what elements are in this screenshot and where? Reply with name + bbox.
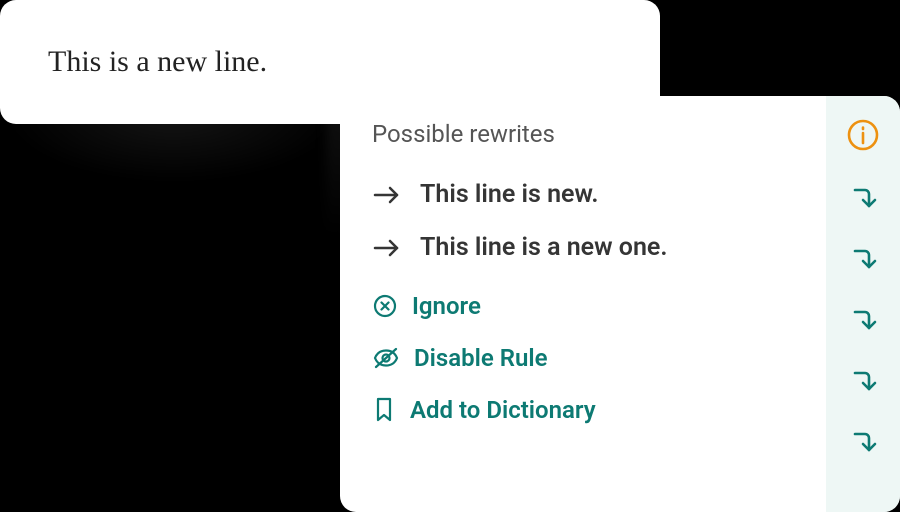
disable-rule-action[interactable]: Disable Rule <box>372 332 816 384</box>
suggestion-row[interactable]: This line is a new one. <box>372 221 816 274</box>
eye-off-icon <box>372 345 400 371</box>
arrow-down-right-icon[interactable] <box>848 427 878 457</box>
popup-side-rail <box>826 96 900 512</box>
arrow-right-icon <box>372 183 402 207</box>
disable-rule-label: Disable Rule <box>414 344 548 372</box>
original-text: This is a new line. <box>48 45 267 79</box>
add-to-dictionary-action[interactable]: Add to Dictionary <box>372 384 816 436</box>
add-to-dictionary-label: Add to Dictionary <box>410 396 596 424</box>
popup-heading: Possible rewrites <box>372 120 816 148</box>
popup-main: Possible rewrites This line is new. This… <box>340 96 826 512</box>
suggestion-text: This line is a new one. <box>420 233 667 262</box>
bookmark-icon <box>372 396 396 424</box>
ignore-action[interactable]: Ignore <box>372 280 816 332</box>
arrow-down-right-icon[interactable] <box>848 366 878 396</box>
arrow-down-right-icon[interactable] <box>848 183 878 213</box>
arrow-down-right-icon[interactable] <box>848 244 878 274</box>
close-circle-icon <box>372 293 398 319</box>
info-icon[interactable] <box>846 118 880 152</box>
ignore-label: Ignore <box>412 292 481 320</box>
arrow-right-icon <box>372 236 402 260</box>
arrow-down-right-icon[interactable] <box>848 305 878 335</box>
rewrite-popup: Possible rewrites This line is new. This… <box>340 96 900 512</box>
suggestion-text: This line is new. <box>420 180 599 209</box>
suggestion-row[interactable]: This line is new. <box>372 168 816 221</box>
